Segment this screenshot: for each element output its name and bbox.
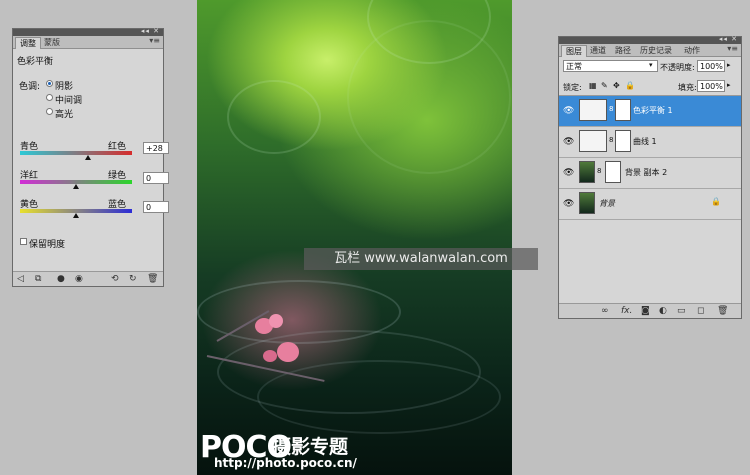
reset-icon[interactable]: ⟲ [111,274,119,284]
photo-canvas [197,0,512,475]
new-layer-icon[interactable]: ◻ [697,306,704,316]
lock-position-icon[interactable]: ✥ [613,81,620,90]
lock-transparent-icon[interactable]: ▦ [589,81,597,90]
layer-background-copy-2[interactable]: 👁 8 背景 副本 2 [559,158,741,189]
layer-mask-thumbnail[interactable] [615,99,631,121]
adjustment-title: 色彩平衡 [17,57,54,67]
layer-thumbnail [579,192,595,214]
opacity-input[interactable]: 100% [697,60,725,72]
collapse-icon[interactable]: ◂◂ ✕ [141,27,160,35]
adjustments-panel: ◂◂ ✕ 调整 蒙版 ▾≡ 色彩平衡 色调: 阴影 中间调 高光 青色 红色 +… [12,27,169,287]
adjustments-titlebar[interactable]: ◂◂ ✕ [13,27,163,36]
adjustments-tabs: 调整 蒙版 ▾≡ [13,36,163,49]
curves-icon [579,130,607,152]
layer-name[interactable]: 曲线 1 [633,136,657,147]
magenta-green-thumb[interactable] [73,184,79,189]
layer-thumbnail [579,161,595,183]
poco-subtitle: 摄影专题 [272,436,349,458]
layers-footer: ∞ fx. ◙ ◐ ▭ ◻ 🗑 [559,303,741,318]
visibility-eye-icon[interactable]: 👁 [563,106,574,116]
watermark: 瓦栏 www.walanwalan.com [304,248,538,270]
chain-link-icon[interactable]: 8 [609,105,613,113]
adjustment-layer-icon [579,99,607,121]
chain-link-icon[interactable]: 8 [597,167,601,175]
panel-menu-icon[interactable]: ▾≡ [149,36,160,45]
tab-layers[interactable]: 图层 [561,45,587,57]
opacity-label: 不透明度: [660,63,695,72]
tab-actions[interactable]: 动作 [680,45,704,56]
layer-background[interactable]: 👁 背景 🔒 [559,189,741,220]
back-icon[interactable]: ◁ [17,274,24,284]
fx-icon[interactable]: fx. [621,306,632,316]
layer-name[interactable]: 色彩平衡 1 [633,105,673,116]
preserve-luminosity-checkbox[interactable] [20,238,27,245]
tab-history[interactable]: 历史记录 [636,45,676,56]
panel-menu-icon[interactable]: ▾≡ [727,44,738,53]
eye-icon[interactable]: ● [57,274,65,284]
radio-midtones-label: 中间调 [55,96,83,106]
delete-icon[interactable]: 🗑 [717,306,728,316]
radio-midtones[interactable] [46,94,53,101]
layer-mask-thumbnail[interactable] [615,130,631,152]
clip-icon[interactable]: ⧉ [35,274,41,284]
layers-tabs: 图层 通道 路径 历史记录 动作 ▾≡ [559,44,741,57]
link-icon[interactable]: ∞ [601,306,609,316]
refresh-icon[interactable]: ↻ [129,274,137,284]
preserve-luminosity-label: 保留明度 [29,240,66,250]
blend-mode-select[interactable]: 正常 [563,60,658,72]
layer-name[interactable]: 背景 副本 2 [625,167,667,178]
adjustments-footer: ◁ ⧉ ● ◉ ⟲ ↻ 🗑 [13,271,163,286]
collapse-icon[interactable]: ◂◂ ✕ [719,35,738,43]
chevron-down-icon[interactable]: ▾ [649,61,653,69]
poco-url: http://photo.poco.cn/ [214,456,357,470]
radio-shadows[interactable] [46,80,53,87]
radio-highlights[interactable] [46,108,53,115]
magenta-green-value[interactable]: 0 [143,172,169,184]
cyan-red-value[interactable]: +28 [143,142,169,154]
cyan-red-thumb[interactable] [85,155,92,160]
lock-pixels-icon[interactable]: ✎ [601,81,608,90]
fill-arrow-icon[interactable]: ▸ [727,81,731,89]
layers-titlebar[interactable]: ◂◂ ✕ [559,35,741,44]
visibility-eye-icon[interactable]: 👁 [563,168,574,178]
layer-mask-thumbnail[interactable] [605,161,621,183]
opacity-arrow-icon[interactable]: ▸ [727,61,731,69]
lock-label: 锁定: [563,83,582,92]
fill-input[interactable]: 100% [697,80,725,92]
tab-paths[interactable]: 路径 [611,45,635,56]
tab-masks[interactable]: 蒙版 [40,37,64,48]
delete-icon[interactable]: 🗑 [147,274,158,284]
visibility-eye-icon[interactable]: 👁 [563,137,574,147]
tab-adjustments[interactable]: 调整 [15,37,41,49]
mask-icon[interactable]: ◙ [641,306,650,316]
lock-all-icon[interactable]: 🔒 [625,81,635,90]
visibility-eye-icon[interactable]: 👁 [563,199,574,209]
fill-label: 填充: [678,83,697,92]
radio-shadows-label: 阴影 [55,82,74,92]
adjustment-icon[interactable]: ◐ [659,306,667,316]
layer-list: 👁 8 色彩平衡 1 👁 8 曲线 1 👁 8 背景 副本 2 👁 背景 🔒 [559,95,741,305]
lock-icon: 🔒 [711,197,721,206]
tone-label: 色调: [19,82,41,92]
yellow-blue-value[interactable]: 0 [143,201,169,213]
chain-link-icon[interactable]: 8 [609,136,613,144]
group-icon[interactable]: ▭ [677,306,686,316]
tab-channels[interactable]: 通道 [586,45,610,56]
cyan-red-slider[interactable] [20,151,132,155]
view-previous-icon[interactable]: ◉ [75,274,83,284]
layers-panel: ◂◂ ✕ 图层 通道 路径 历史记录 动作 ▾≡ 正常 ▾ 不透明度: 100%… [558,35,742,319]
layer-curves[interactable]: 👁 8 曲线 1 [559,127,741,158]
yellow-blue-thumb[interactable] [73,213,79,218]
layer-name[interactable]: 背景 [599,198,615,209]
layer-color-balance[interactable]: 👁 8 色彩平衡 1 [559,96,741,127]
radio-highlights-label: 高光 [55,110,74,120]
